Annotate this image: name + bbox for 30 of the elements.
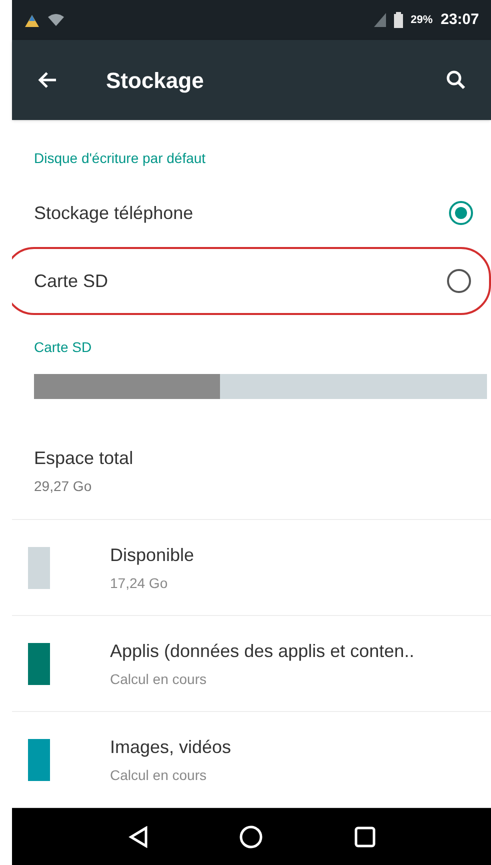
back-triangle-icon xyxy=(128,826,148,848)
back-nav-button[interactable] xyxy=(128,826,148,848)
category-title: Images, vidéos xyxy=(110,736,232,759)
total-space-label: Espace total xyxy=(34,447,134,470)
storage-option[interactable]: Carte SD xyxy=(12,247,491,315)
recents-button[interactable] xyxy=(354,826,376,848)
category-subtitle: Calcul en cours xyxy=(110,670,208,688)
radio-button[interactable] xyxy=(449,201,473,225)
section-header: Carte SD xyxy=(33,338,93,357)
category-subtitle: Calcul en cours xyxy=(110,766,208,784)
search-icon xyxy=(446,70,466,90)
radio-button[interactable] xyxy=(447,269,471,293)
storage-category-row[interactable]: Disponible 17,24 Go xyxy=(12,520,491,616)
battery-icon xyxy=(394,12,403,28)
storage-option[interactable]: Stockage téléphone xyxy=(12,179,491,247)
wifi-icon xyxy=(48,14,64,26)
clock: 23:07 xyxy=(440,10,479,30)
category-title: Applis (données des applis et conten.. xyxy=(110,640,414,663)
category-title: Disponible xyxy=(110,544,194,567)
home-circle-icon xyxy=(238,824,262,848)
total-space-value: 29,27 Go xyxy=(34,477,93,496)
section-header: Disque d'écriture par défaut xyxy=(33,149,207,168)
home-button[interactable] xyxy=(238,824,262,848)
recents-square-icon xyxy=(354,826,376,848)
category-subtitle: 17,24 Go xyxy=(110,574,169,592)
back-arrow-icon xyxy=(37,71,57,89)
signal-icon xyxy=(374,13,386,27)
screen-title: Stockage xyxy=(106,66,205,95)
storage-category-row[interactable]: Applis (données des applis et conten.. Calcul en cours xyxy=(12,616,491,712)
battery-percent: 29% xyxy=(410,12,433,28)
